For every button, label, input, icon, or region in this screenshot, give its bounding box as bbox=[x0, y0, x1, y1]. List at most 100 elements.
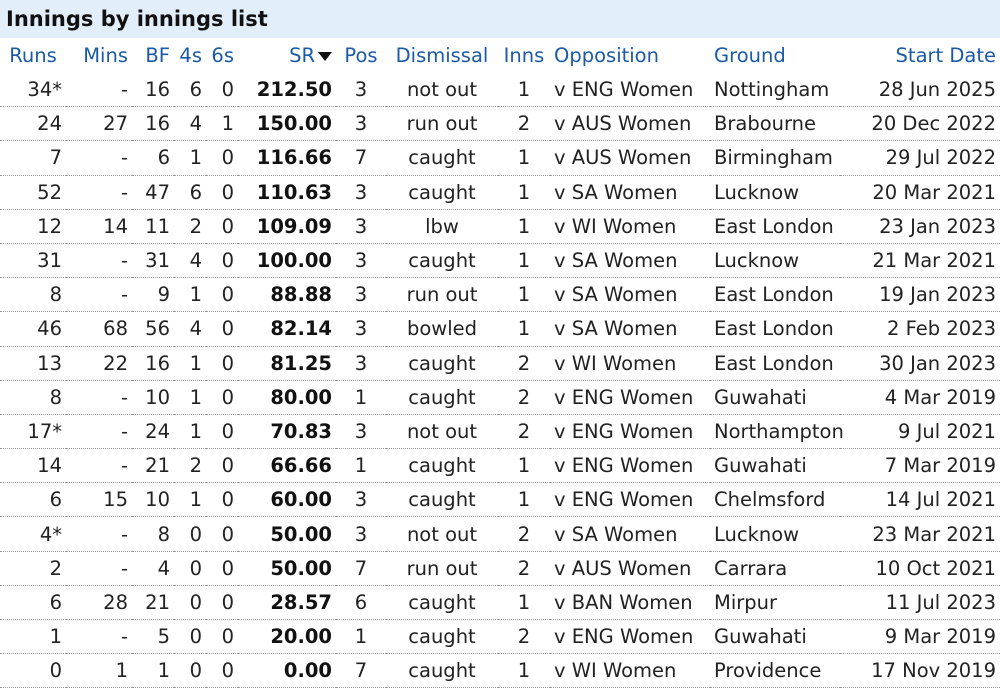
cell-start-date-link[interactable]: 20 Mar 2021 bbox=[840, 175, 1000, 210]
cell-runs: 14 bbox=[0, 448, 66, 484]
cell-start-date-link[interactable]: 7 Mar 2019 bbox=[840, 448, 1000, 484]
cell-ground-link[interactable]: Nottingham bbox=[710, 73, 840, 108]
cell-inns: 1 bbox=[498, 448, 550, 484]
cell-ground-link[interactable]: East London bbox=[710, 209, 840, 244]
cell-opposition-link[interactable]: v AUS Women bbox=[550, 106, 710, 142]
cell-6s: 0 bbox=[206, 346, 238, 381]
cell-bf: 6 bbox=[132, 140, 174, 176]
col-header-4s[interactable]: 4s bbox=[174, 38, 206, 73]
cell-ground-link[interactable]: East London bbox=[710, 346, 840, 381]
col-header-6s[interactable]: 6s bbox=[206, 38, 238, 73]
cell-start-date-link[interactable]: 17 Nov 2019 bbox=[840, 653, 1000, 688]
col-header-pos[interactable]: Pos bbox=[336, 38, 386, 73]
cell-4s: 1 bbox=[174, 380, 206, 415]
col-header-ground[interactable]: Ground bbox=[710, 38, 840, 73]
cell-ground-link[interactable]: Lucknow bbox=[710, 175, 840, 210]
cell-opposition-link[interactable]: v ENG Women bbox=[550, 619, 710, 655]
col-header-mins[interactable]: Mins bbox=[66, 38, 132, 73]
cell-sr: 50.00 bbox=[238, 551, 336, 586]
cell-ground-link[interactable]: Guwahati bbox=[710, 619, 840, 655]
cell-runs: 2 bbox=[0, 551, 66, 586]
cell-start-date-link[interactable]: 9 Jul 2021 bbox=[840, 414, 1000, 450]
col-header-bf[interactable]: BF bbox=[132, 38, 174, 73]
cell-start-date-link[interactable]: 9 Mar 2019 bbox=[840, 619, 1000, 655]
cell-sr: 20.00 bbox=[238, 619, 336, 655]
cell-start-date-link[interactable]: 2 Feb 2023 bbox=[840, 311, 1000, 347]
cell-4s: 4 bbox=[174, 106, 206, 142]
cell-bf: 11 bbox=[132, 209, 174, 244]
cell-ground-link[interactable]: Guwahati bbox=[710, 380, 840, 415]
col-header-opposition[interactable]: Opposition bbox=[550, 38, 710, 73]
cell-ground-link[interactable]: East London bbox=[710, 277, 840, 313]
cell-start-date-link[interactable]: 30 Jan 2023 bbox=[840, 346, 1000, 381]
table-body: 34* -16 6 0 212.50 3 not out 1 v ENG Women Nottin… bbox=[0, 73, 1000, 688]
cell-opposition-link[interactable]: v ENG Women bbox=[550, 482, 710, 518]
cell-runs: 34* bbox=[0, 73, 66, 108]
innings-table: Runs Mins BF 4s 6s SR Pos Dismissal Inns… bbox=[0, 38, 1000, 688]
cell-ground-link[interactable]: Brabourne bbox=[710, 106, 840, 142]
cell-ground-link[interactable]: Carrara bbox=[710, 551, 840, 586]
cell-sr: 82.14 bbox=[238, 311, 336, 347]
cell-start-date-link[interactable]: 4 Mar 2019 bbox=[840, 380, 1000, 415]
cell-ground-link[interactable]: Birmingham bbox=[710, 140, 840, 176]
cell-start-date-link[interactable]: 23 Jan 2023 bbox=[840, 209, 1000, 244]
cell-4s: 4 bbox=[174, 243, 206, 279]
col-header-start-date[interactable]: Start Date bbox=[840, 38, 1000, 73]
cell-opposition-link[interactable]: v WI Women bbox=[550, 653, 710, 688]
cell-ground-link[interactable]: Providence bbox=[710, 653, 840, 688]
cell-opposition-link[interactable]: v ENG Women bbox=[550, 414, 710, 450]
cell-inns: 1 bbox=[498, 209, 550, 244]
cell-pos: 7 bbox=[336, 140, 386, 176]
col-header-sr[interactable]: SR bbox=[238, 38, 336, 73]
cell-opposition-link[interactable]: v WI Women bbox=[550, 209, 710, 244]
cell-opposition-link[interactable]: v SA Women bbox=[550, 311, 710, 347]
cell-dismissal: bowled bbox=[386, 311, 498, 347]
cell-start-date-link[interactable]: 11 Jul 2023 bbox=[840, 585, 1000, 621]
cell-start-date-link[interactable]: 23 Mar 2021 bbox=[840, 516, 1000, 552]
cell-opposition-link[interactable]: v BAN Women bbox=[550, 585, 710, 621]
cell-start-date-link[interactable]: 19 Jan 2023 bbox=[840, 277, 1000, 313]
cell-inns: 1 bbox=[498, 653, 550, 688]
cell-opposition-link[interactable]: v AUS Women bbox=[550, 140, 710, 176]
cell-ground-link[interactable]: Chelmsford bbox=[710, 482, 840, 518]
cell-opposition-link[interactable]: v ENG Women bbox=[550, 380, 710, 415]
cell-ground-link[interactable]: East London bbox=[710, 311, 840, 347]
cell-inns: 1 bbox=[498, 585, 550, 621]
cell-ground-link[interactable]: Northampton bbox=[710, 414, 844, 450]
cell-pos: 3 bbox=[336, 106, 386, 142]
cell-sr: 70.83 bbox=[238, 414, 336, 450]
cell-opposition-link[interactable]: v WI Women bbox=[550, 346, 710, 381]
cell-ground-link[interactable]: Guwahati bbox=[710, 448, 840, 484]
cell-sr: 80.00 bbox=[238, 380, 336, 415]
cell-inns: 1 bbox=[498, 175, 550, 210]
cell-sr: 88.88 bbox=[238, 277, 336, 313]
col-header-inns[interactable]: Inns bbox=[498, 38, 550, 73]
cell-bf: 9 bbox=[132, 277, 174, 313]
cell-ground-link[interactable]: Lucknow bbox=[710, 516, 840, 552]
cell-opposition-link[interactable]: v AUS Women bbox=[550, 551, 710, 586]
cell-start-date-link[interactable]: 10 Oct 2021 bbox=[840, 551, 1000, 586]
cell-opposition-link[interactable]: v SA Women bbox=[550, 243, 710, 279]
col-header-runs[interactable]: Runs bbox=[0, 38, 66, 73]
cell-sr: 100.00 bbox=[238, 243, 336, 279]
cell-start-date-link[interactable]: 14 Jul 2021 bbox=[840, 482, 1000, 518]
cell-opposition-link[interactable]: v ENG Women bbox=[550, 448, 710, 484]
cell-ground-link[interactable]: Lucknow bbox=[710, 243, 840, 279]
cell-opposition-link[interactable]: v SA Women bbox=[550, 277, 710, 313]
cell-mins: 27 bbox=[66, 106, 132, 142]
cell-6s: 0 bbox=[206, 209, 238, 244]
table-row: 6 28 21 0 0 28.57 6 caught 1 v BAN Women Mirpur 11 … bbox=[0, 585, 1000, 621]
cell-6s: 0 bbox=[206, 140, 238, 176]
cell-start-date-link[interactable]: 21 Mar 2021 bbox=[840, 243, 1000, 279]
cell-dismissal: caught bbox=[386, 175, 498, 210]
cell-runs: 46 bbox=[0, 311, 66, 347]
cell-6s: 0 bbox=[206, 551, 238, 586]
cell-opposition-link[interactable]: v SA Women bbox=[550, 516, 710, 552]
cell-start-date-link[interactable]: 28 Jun 2025 bbox=[840, 73, 1000, 108]
cell-opposition-link[interactable]: v SA Women bbox=[550, 175, 710, 210]
cell-start-date-link[interactable]: 29 Jul 2022 bbox=[840, 140, 1000, 176]
cell-ground-link[interactable]: Mirpur bbox=[710, 585, 840, 621]
col-header-dismissal[interactable]: Dismissal bbox=[386, 38, 498, 73]
cell-start-date-link[interactable]: 20 Dec 2022 bbox=[840, 106, 1000, 142]
cell-opposition-link[interactable]: v ENG Women bbox=[550, 73, 710, 108]
